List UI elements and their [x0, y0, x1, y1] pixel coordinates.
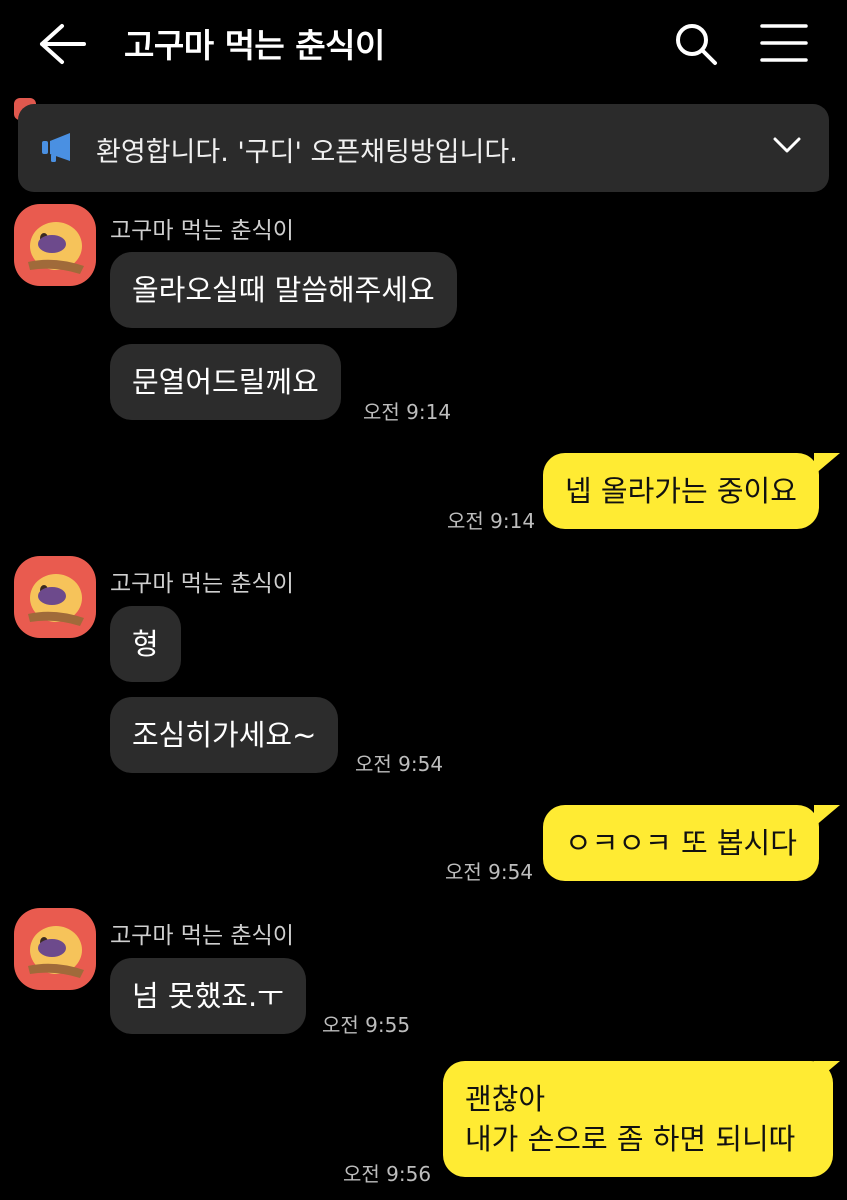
message-line: 내가 손으로 좀 하면 되니따	[465, 1122, 796, 1156]
megaphone-icon	[42, 133, 70, 162]
top-bar: 고구마 먹는 춘식이	[0, 0, 847, 90]
message-time: 오전 9:54	[445, 860, 534, 884]
message-bubble-received[interactable]: 조심히가세요~	[110, 697, 339, 773]
chunsik-character-icon	[28, 222, 84, 274]
avatar[interactable]	[14, 556, 96, 638]
back-arrow-icon[interactable]	[38, 22, 86, 66]
search-icon[interactable]	[674, 22, 718, 66]
notice-banner[interactable]: 환영합니다. '구디' 오픈채팅방입니다.	[18, 104, 829, 192]
sender-name: 고구마 먹는 춘식이	[110, 923, 294, 949]
message-bubble-received[interactable]: 형	[110, 606, 181, 682]
bubble-tail	[814, 453, 840, 475]
message-time: 오전 9:14	[447, 509, 536, 533]
bubble-tail	[814, 805, 840, 827]
message-bubble-received[interactable]: 문열어드릴께요	[110, 344, 341, 420]
message-bubble-sent[interactable]: ㅇㅋㅇㅋ 또 봅시다	[543, 805, 819, 881]
message-bubble-received[interactable]: 올라오실때 말씀해주세요	[110, 252, 457, 328]
message-bubble-received[interactable]: 넘 못했죠.ㅜ	[110, 958, 306, 1034]
sender-name: 고구마 먹는 춘식이	[110, 571, 294, 597]
avatar[interactable]	[14, 204, 96, 286]
message-time: 오전 9:54	[355, 752, 444, 776]
message-bubble-sent[interactable]: 넵 올라가는 중이요	[543, 453, 819, 529]
avatar[interactable]	[14, 908, 96, 990]
message-time: 오전 9:55	[322, 1013, 411, 1037]
chunsik-character-icon	[28, 574, 84, 626]
chat-title: 고구마 먹는 춘식이	[124, 26, 385, 65]
menu-icon[interactable]	[760, 22, 808, 64]
message-time: 오전 9:14	[363, 400, 452, 424]
sender-name: 고구마 먹는 춘식이	[110, 218, 294, 244]
message-line: 괜찮아	[465, 1082, 546, 1116]
chevron-down-icon[interactable]	[773, 136, 801, 154]
message-bubble-sent[interactable]: 괜찮아 내가 손으로 좀 하면 되니따	[443, 1061, 833, 1177]
message-time: 오전 9:56	[343, 1162, 432, 1186]
notice-text: 환영합니다. '구디' 오픈채팅방입니다.	[96, 137, 518, 168]
bubble-tail	[814, 1061, 840, 1083]
chunsik-character-icon	[28, 926, 84, 978]
